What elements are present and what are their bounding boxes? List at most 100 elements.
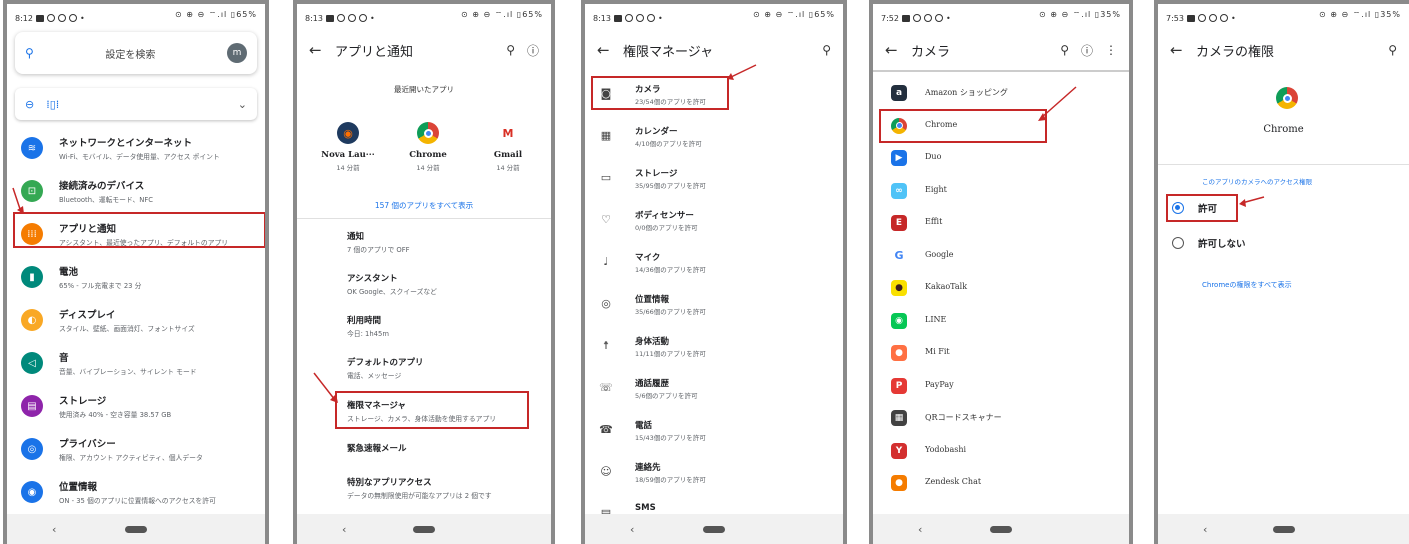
notification-icon [901,14,910,22]
settings-item[interactable]: ≋ ネットワークとインターネット Wi-Fi、モバイル、データ使用量、アクセス ポイ… [7,128,265,168]
recent-app-chrome[interactable]: Chrome 14 分前 [393,122,463,172]
permission-item[interactable]: ☺ 連絡先 18/59個のアプリを許可 [585,457,843,497]
mifit-icon: ● [891,345,907,361]
apps-setting-item[interactable]: アシスタント OK Google、スクイーズなど [347,272,545,296]
notification-icon [635,14,644,22]
apps-setting-item[interactable]: 通知 7 個のアプリで OFF [347,230,545,254]
search-icon[interactable]: ⚲ [822,43,831,57]
permission-subtitle: 5/6個のアプリを許可 [635,392,698,400]
radio-unselected-icon[interactable] [1172,237,1184,249]
apps-setting-item[interactable]: 利用時間 今日: 1h45m [347,314,545,338]
allow-option[interactable]: 許可 [1172,197,1217,219]
app-list-item[interactable]: ◉ LINE [873,306,1129,338]
permission-subtitle: 4/10個のアプリを許可 [635,140,702,148]
app-list-item[interactable]: Chrome [873,111,1129,143]
permission-item[interactable]: ▭ ストレージ 35/95個のアプリを許可 [585,163,843,203]
notification-icon [57,14,66,22]
recent-app-name: Nova Lau··· [321,150,375,160]
settings-item[interactable]: ⊡ 接続済みのデバイス Bluetooth、運転モード、NFC [7,171,265,211]
settings-item-subtitle: 65% - フル充電まで 23 分 [59,282,142,290]
permission-item[interactable]: ▦ カレンダー 4/10個のアプリを許可 [585,121,843,161]
permission-item[interactable]: ◎ 位置情報 35/66個のアプリを許可 [585,289,843,329]
search-icon: ⚲ [25,46,34,60]
settings-item[interactable]: ◐ ディスプレイ スタイル、壁紙、画面消灯、フォントサイズ [7,300,265,340]
nav-back-icon[interactable]: ‹ [52,523,56,536]
search-icon[interactable]: ⚲ [506,43,515,57]
more-vert-icon[interactable]: ⋮ [1105,43,1117,57]
avatar[interactable]: m [227,43,247,63]
app-name: Effit [925,217,943,226]
status-bar: 7:52 • ⊙ ⊕ ⊖ ⌔.ıl ▯35% [873,4,1129,26]
permission-item[interactable]: ☎ 電話 15/43個のアプリを許可 [585,415,843,455]
nav-back-icon[interactable]: ‹ [342,523,346,536]
conditional-bar[interactable]: ⊖ ⁞▯⁞ ⌄ [15,88,257,120]
nav-home-pill[interactable] [1272,525,1295,533]
page-title: アプリと通知 [335,44,414,60]
settings-item[interactable]: ▤ ストレージ 使用済み 40% - 空き容量 38.57 GB [7,386,265,426]
recent-app-gmail[interactable]: M Gmail 14 分前 [473,122,543,173]
app-list-item[interactable]: G Google [873,241,1129,273]
call-log-icon: ☏ [599,381,613,394]
nav-back-icon[interactable]: ‹ [918,523,922,536]
nav-home-pill[interactable] [125,525,147,533]
settings-item-subtitle: 権限、アカウント アクティビティ、個人データ [59,454,203,462]
settings-item-title: 電池 [59,267,79,278]
nav-back-icon[interactable]: ‹ [1203,523,1207,536]
permission-item[interactable]: ◙ カメラ 23/54個のアプリを許可 [585,79,843,119]
apps-setting-item[interactable]: 権限マネージャ ストレージ、カメラ、身体活動を使用するアプリ [347,399,545,423]
app-list-item[interactable]: Y Yodobashi [873,436,1129,468]
app-list-item[interactable]: ∞ Eight [873,176,1129,208]
help-icon[interactable]: ⓘ [1081,42,1093,59]
battery-icon: ▮ [21,266,43,288]
chevron-down-icon[interactable]: ⌄ [238,98,247,111]
permission-item[interactable]: ☨ 身体活動 11/11個のアプリを許可 [585,331,843,371]
settings-item[interactable]: ◎ プライバシー 権限、アカウント アクティビティ、個人データ [7,429,265,469]
settings-item-title: ディスプレイ [59,310,116,321]
back-arrow-icon[interactable]: ← [309,41,335,59]
search-bar[interactable]: ⚲ 設定を検索 m [15,32,257,74]
apps-setting-item[interactable]: 特別なアプリアクセス データの無制限使用が可能なアプリは 2 個です [347,476,545,500]
apps-setting-item[interactable]: 緊急速報メール [347,442,545,456]
deny-option[interactable]: 許可しない [1172,232,1246,254]
status-indicators: ⊙ ⊕ ⊖ ⌔.ıl ▯65% [461,10,543,19]
settings-item-title: ネットワークとインターネット [59,138,193,149]
permission-item[interactable]: ☏ 通話履歴 5/6個のアプリを許可 [585,373,843,413]
permission-item[interactable]: ♩ マイク 14/36個のアプリを許可 [585,247,843,287]
settings-item-title: 音 [59,353,69,364]
back-arrow-icon[interactable]: ← [885,41,911,59]
settings-item[interactable]: ◉ 位置情報 ON - 35 個のアプリに位置情報へのアクセスを許可 [7,472,265,512]
search-icon[interactable]: ⚲ [1388,43,1397,57]
app-list-item[interactable]: ● KakaoTalk [873,273,1129,305]
recent-app-nova[interactable]: ◉ Nova Lau··· 14 分前 [313,122,383,172]
search-icon[interactable]: ⚲ [1060,43,1069,57]
app-list-item[interactable]: ▦ QRコードスキャナー [873,403,1129,435]
nav-home-pill[interactable] [990,525,1012,533]
nav-home-pill[interactable] [413,525,435,533]
settings-item-subtitle: ON - 35 個のアプリに位置情報へのアクセスを許可 [59,497,216,505]
app-list-item[interactable]: E Effit [873,208,1129,240]
app-list-item[interactable]: a Amazon ショッピング [873,78,1129,110]
settings-item-title: 接続済みのデバイス [59,181,145,192]
help-icon[interactable]: ⓘ [527,42,539,59]
app-name: Eight [925,184,947,194]
eight-icon: ∞ [891,182,907,199]
camera-permission-screen: 7:53 • ⊙ ⊕ ⊖ ⌔.ıl ▯35% ← カメラの権限 ⚲ Chrome … [1154,0,1409,544]
app-list-item[interactable]: ● Mi Fit [873,338,1129,370]
radio-selected-icon[interactable] [1172,202,1184,214]
nav-back-icon[interactable]: ‹ [630,523,634,536]
nav-home-pill[interactable] [703,525,725,533]
app-list-item[interactable]: ● Zendesk Chat [873,468,1129,500]
settings-item[interactable]: ⁞⁞⁞ アプリと通知 アシスタント、最近使ったアプリ、デフォルトのアプリ [7,214,265,254]
permission-item[interactable]: ♡ ボディセンサー 0/0個のアプリを許可 [585,205,843,245]
see-all-apps-link[interactable]: 157 個のアプリをすべて表示 [297,200,551,211]
view-all-permissions-link[interactable]: Chromeの権限をすべて表示 [1202,280,1292,290]
app-list-item[interactable]: ▶ Duo [873,143,1129,175]
settings-item[interactable]: ◁ 音音量、バイブレーション、サイレント モード [7,343,265,383]
app-list-item[interactable]: P PayPay [873,371,1129,403]
apps-setting-item[interactable]: デフォルトのアプリ 電話、メッセージ [347,356,545,380]
page-title: 権限マネージャ [623,44,714,60]
notification-icon [35,14,44,22]
settings-item[interactable]: ▮ 電池 65% - フル充電まで 23 分 [7,257,265,297]
back-arrow-icon[interactable]: ← [597,41,623,59]
back-arrow-icon[interactable]: ← [1170,41,1196,59]
